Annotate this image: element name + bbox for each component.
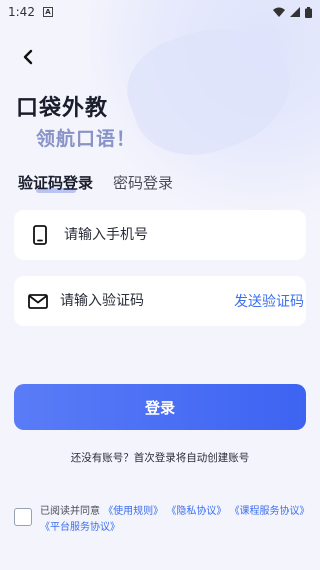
code-field: 发送验证码 [14,276,306,326]
link-platform-service-agreement[interactable]: 《平台服务协议》 [40,522,120,533]
brand-slogan: 领航口语！ [36,128,137,150]
phone-icon [28,223,52,247]
phone-input[interactable] [64,227,292,243]
back-button[interactable] [16,45,40,69]
tab-password-login[interactable]: 密码登录 [113,172,173,197]
status-bar: 1:42 A [0,0,320,24]
login-tabs: 验证码登录 密码登录 [18,172,173,197]
code-input[interactable] [60,293,234,309]
agreement-checkbox[interactable] [14,508,32,526]
brand-block: 口袋外教 领航口语！ [16,90,136,151]
agreement-row: 已阅读并同意 《使用规则》 《隐私协议》 《课程服务协议》 《平台服务协议》 [14,504,310,536]
notification-icon: A [42,7,53,17]
auto-register-hint: 还没有账号？首次登录将自动创建账号 [70,452,250,464]
background-decoration-shape [114,6,306,174]
tab-code-login[interactable]: 验证码登录 [18,172,93,197]
send-code-button[interactable]: 发送验证码 [234,291,304,311]
login-button[interactable]: 登录 [14,384,306,430]
link-course-service-agreement[interactable]: 《课程服务协议》 [230,506,310,517]
envelope-icon [28,289,48,313]
signal-icon [290,7,300,17]
agreement-text: 已阅读并同意 《使用规则》 《隐私协议》 《课程服务协议》 《平台服务协议》 [40,504,310,536]
battery-icon [305,6,312,18]
status-time: 1:42 [8,5,35,19]
chevron-left-icon [23,49,33,65]
link-privacy-policy[interactable]: 《隐私协议》 [166,506,226,517]
agreement-prefix: 已阅读并同意 [40,506,100,517]
brand-name: 口袋外教 [16,96,109,121]
wifi-icon [273,7,285,17]
link-usage-rules[interactable]: 《使用规则》 [103,506,163,517]
phone-field [14,210,306,260]
